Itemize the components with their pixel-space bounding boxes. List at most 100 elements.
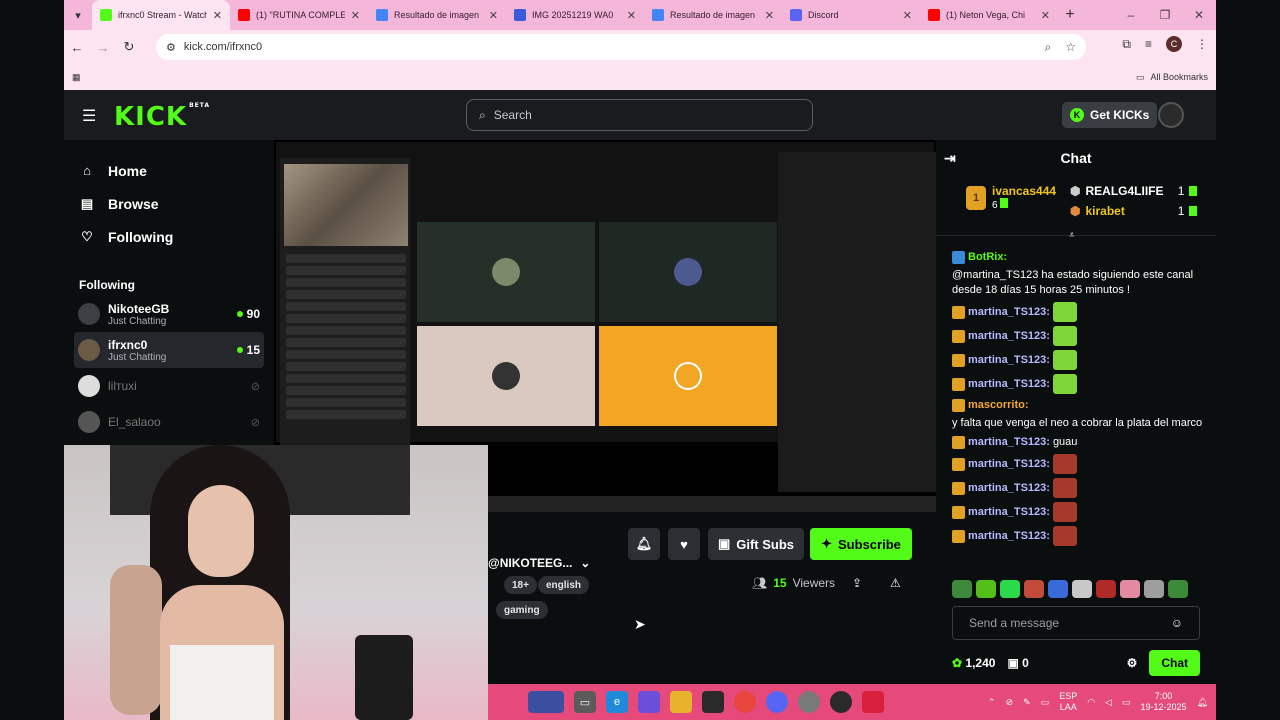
chrome-icon[interactable]	[734, 691, 756, 713]
browser-tab[interactable]: Discord ✕	[782, 0, 920, 30]
hamburger-icon[interactable]: ☰	[82, 106, 96, 126]
user-avatar[interactable]	[1158, 102, 1184, 128]
chat-username[interactable]: martina_TS123:	[968, 457, 1050, 472]
task-view-icon[interactable]: ▭	[574, 691, 596, 713]
emote[interactable]	[1052, 454, 1077, 474]
chat-username[interactable]: martina_TS123:	[968, 377, 1050, 392]
bookmark-star-icon[interactable]: ☆	[1065, 40, 1076, 55]
nav-following[interactable]: ♡ Following	[64, 220, 274, 253]
emote[interactable]	[1052, 302, 1077, 322]
get-kicks-button[interactable]: K Get KICKs	[1062, 102, 1158, 128]
discord-icon[interactable]	[766, 691, 788, 713]
browser-tab[interactable]: Resultado de imagen ✕	[368, 0, 506, 30]
chat-username[interactable]: martina_TS123:	[968, 435, 1050, 450]
close-tab-icon[interactable]: ✕	[903, 9, 912, 22]
emote[interactable]	[1052, 526, 1077, 546]
new-tab-button[interactable]: +	[1058, 6, 1082, 24]
profile-avatar[interactable]: C	[1166, 36, 1182, 52]
emote[interactable]	[976, 580, 996, 598]
emote[interactable]	[1048, 580, 1068, 598]
network-off-icon[interactable]: ⊘	[1006, 697, 1014, 708]
emote[interactable]	[1120, 580, 1140, 598]
chat-send-button[interactable]: Chat	[1149, 650, 1200, 676]
tag[interactable]: english	[538, 576, 590, 594]
nav-browse[interactable]: ▤ Browse	[64, 187, 274, 220]
channel-name-dropdown[interactable]: @NIKOTEEG... ⌄	[488, 556, 590, 570]
following-item[interactable]: NikoteeGB Just Chatting 90	[74, 296, 264, 332]
search-widget-icon[interactable]	[528, 691, 564, 713]
minimize-icon[interactable]: –	[1114, 0, 1148, 30]
chat-username[interactable]: BotRix:	[968, 250, 1007, 265]
extensions-icon[interactable]: ⧉	[1122, 37, 1131, 52]
store-icon[interactable]	[702, 691, 724, 713]
obs-icon[interactable]	[830, 691, 852, 713]
volume-icon[interactable]: ◁	[1105, 697, 1112, 708]
chat-username[interactable]: mascorrito:	[968, 398, 1029, 413]
follow-button[interactable]: ♥	[668, 528, 700, 560]
display-icon[interactable]: ▭	[1041, 697, 1050, 708]
edge-icon[interactable]: e	[606, 691, 628, 713]
copilot-icon[interactable]	[638, 691, 660, 713]
chat-username[interactable]: martina_TS123:	[968, 505, 1050, 520]
report-icon[interactable]: ⚠	[890, 576, 901, 590]
browser-tab[interactable]: (1) "RUTINA COMPLETA ✕	[230, 0, 368, 30]
close-tab-icon[interactable]: ✕	[351, 9, 360, 22]
tag[interactable]: 18+	[504, 576, 537, 594]
close-tab-icon[interactable]: ✕	[213, 9, 222, 22]
close-tab-icon[interactable]: ✕	[489, 9, 498, 22]
close-tab-icon[interactable]: ✕	[627, 9, 636, 22]
menu-icon[interactable]: ⋮	[1196, 37, 1208, 51]
chat-username[interactable]: martina_TS123:	[968, 329, 1050, 344]
emote[interactable]	[1052, 350, 1077, 370]
chat-username[interactable]: martina_TS123:	[968, 529, 1050, 544]
site-info-icon[interactable]: ⚙	[166, 41, 176, 54]
wifi-icon[interactable]: ◠	[1087, 697, 1095, 708]
following-item[interactable]: El_salaoo ⊘	[74, 404, 264, 440]
close-window-icon[interactable]: ✕	[1182, 0, 1216, 30]
tag[interactable]: gaming	[496, 601, 548, 619]
clock[interactable]: 7:00 19-12-2025	[1141, 691, 1187, 713]
gift-count[interactable]: ▣ 0	[1007, 656, 1028, 670]
restore-icon[interactable]: ❐	[1148, 0, 1182, 30]
emote[interactable]	[1052, 478, 1077, 498]
all-bookmarks[interactable]: ▭ All Bookmarks	[1136, 72, 1208, 83]
share-icon[interactable]: ⇪	[852, 576, 862, 590]
chat-username[interactable]: martina_TS123:	[968, 481, 1050, 496]
close-tab-icon[interactable]: ✕	[1041, 9, 1050, 22]
browser-tab[interactable]: (1) Neton Vega, Chi ✕	[920, 0, 1058, 30]
chat-message-input[interactable]: Send a message ☺	[952, 606, 1200, 640]
app-icon[interactable]	[862, 691, 884, 713]
following-item[interactable]: ifrxnc0 Just Chatting 15	[74, 332, 264, 368]
emote[interactable]	[1052, 374, 1077, 394]
language-indicator[interactable]: ESP LAA	[1059, 691, 1077, 713]
emote[interactable]	[1144, 580, 1164, 598]
back-icon[interactable]: ←	[64, 40, 90, 55]
battery-icon[interactable]: ▭	[1122, 697, 1131, 708]
media-icon[interactable]: ≡	[1145, 37, 1152, 51]
gift-subs-button[interactable]: ▣ Gift Subs	[708, 528, 804, 560]
subscribe-button[interactable]: ✦ Subscribe	[810, 528, 912, 560]
following-item[interactable]: lilтuxi ⊘	[74, 368, 264, 404]
settings-icon[interactable]	[798, 691, 820, 713]
emote[interactable]	[1072, 580, 1092, 598]
nav-home[interactable]: ⌂ Home	[64, 154, 274, 187]
reload-icon[interactable]: ↻	[116, 39, 142, 55]
emote[interactable]	[1024, 580, 1044, 598]
chat-settings-icon[interactable]: ⚙	[1127, 656, 1138, 670]
emote[interactable]	[952, 580, 972, 598]
pen-icon[interactable]: ✎	[1023, 697, 1031, 708]
browser-tab[interactable]: Resultado de imagen ✕	[644, 0, 782, 30]
close-tab-icon[interactable]: ✕	[765, 9, 774, 22]
notification-bell-icon[interactable]: 🔔︎	[1197, 697, 1208, 708]
browser-tab[interactable]: ifrxnc0 Stream - Watch ✕	[92, 0, 230, 30]
emote[interactable]	[1096, 580, 1116, 598]
chevron-up-icon[interactable]: ⌃	[988, 697, 996, 708]
file-explorer-icon[interactable]	[670, 691, 692, 713]
collapse-chat-icon[interactable]: ⇥	[944, 150, 956, 167]
search-input[interactable]: ⌕ Search	[466, 99, 813, 131]
emoji-icon[interactable]: ☺	[1171, 616, 1183, 630]
chat-username[interactable]: martina_TS123:	[968, 353, 1050, 368]
emote[interactable]	[1052, 326, 1077, 346]
chat-username[interactable]: martina_TS123:	[968, 305, 1050, 320]
emote[interactable]	[1052, 502, 1077, 522]
